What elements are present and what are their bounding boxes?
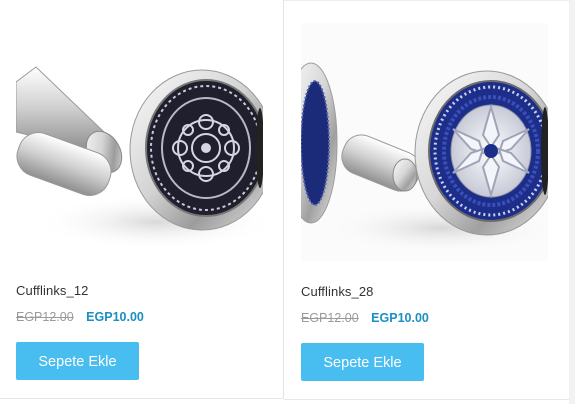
add-to-cart-button[interactable]: Sepete Ekle xyxy=(301,343,424,381)
product-card: Cufflinks_12 EGP12.00 EGP10.00 Sepete Ek… xyxy=(0,0,284,399)
price-group: EGP12.00 EGP10.00 xyxy=(301,311,429,325)
product-image[interactable] xyxy=(301,23,548,261)
scroll-edge xyxy=(569,0,575,404)
product-card: Cufflinks_28 EGP12.00 EGP10.00 Sepete Ek… xyxy=(284,0,570,400)
old-price: EGP12.00 xyxy=(301,311,359,325)
current-price: EGP10.00 xyxy=(371,311,429,325)
product-image[interactable] xyxy=(16,22,263,260)
cufflink-mandala-black-icon xyxy=(16,66,263,250)
cufflink-blue-sapphire-icon xyxy=(301,23,548,261)
product-title[interactable]: Cufflinks_28 xyxy=(301,284,374,299)
current-price: EGP10.00 xyxy=(86,310,144,324)
price-group: EGP12.00 EGP10.00 xyxy=(16,310,144,324)
product-title[interactable]: Cufflinks_12 xyxy=(16,283,89,298)
add-to-cart-button[interactable]: Sepete Ekle xyxy=(16,342,139,380)
old-price: EGP12.00 xyxy=(16,310,74,324)
product-grid: Cufflinks_12 EGP12.00 EGP10.00 Sepete Ek… xyxy=(0,0,575,404)
